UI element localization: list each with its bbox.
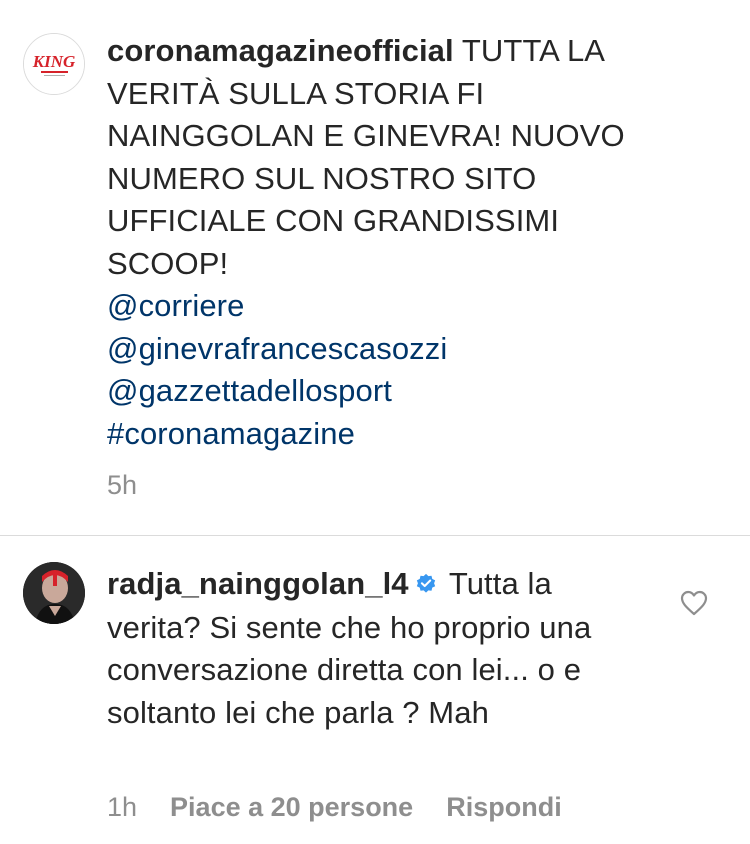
post-caption: KING coronamagazineofficial TUTTA LA VER…	[0, 0, 750, 535]
hashtag-link[interactable]: #coronamagazine	[107, 416, 355, 451]
king-logo-text: KING	[32, 52, 76, 71]
verified-badge-icon	[415, 564, 437, 607]
likes-count-link[interactable]: Piace a 20 persone	[170, 792, 413, 823]
comment-meta: 1h Piace a 20 persone Rispondi	[107, 792, 595, 823]
mention-link[interactable]: @corriere	[107, 288, 244, 323]
caption-body: coronamagazineofficial TUTTA LA VERITÀ S…	[107, 30, 667, 455]
comment-body: radja_nainggolan_l4 Tutta la verita? Si …	[107, 563, 647, 734]
comment-username[interactable]: radja_nainggolan_l4	[107, 566, 409, 601]
mention-link[interactable]: @gazzettadellosport	[107, 373, 392, 408]
post-timestamp: 5h	[107, 470, 138, 500]
heart-outline-icon[interactable]	[680, 590, 708, 616]
divider	[0, 535, 750, 536]
reply-button[interactable]: Rispondi	[446, 792, 562, 823]
mention-link[interactable]: @ginevrafrancescasozzi	[107, 331, 447, 366]
radja-avatar[interactable]	[23, 562, 85, 624]
caption-text: TUTTA LA VERITÀ SULLA STORIA FI NAINGGOL…	[107, 33, 625, 281]
comment-timestamp: 1h	[107, 792, 138, 822]
post-username[interactable]: coronamagazineofficial	[107, 33, 454, 68]
king-logo-avatar[interactable]: KING	[23, 33, 85, 95]
